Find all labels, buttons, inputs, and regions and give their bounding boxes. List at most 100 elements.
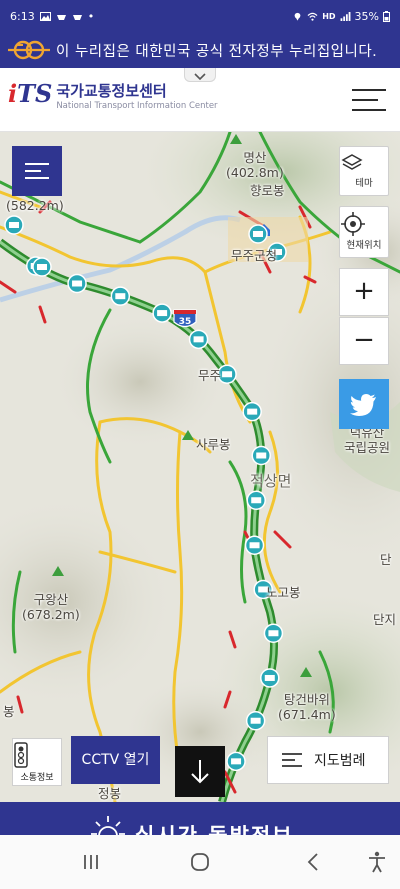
logo-subtitle: National Transport Information Center xyxy=(56,101,218,111)
cctv-camera-icon xyxy=(251,497,262,504)
wifi-icon xyxy=(307,12,318,21)
main-menu-button[interactable] xyxy=(352,87,386,113)
back-icon xyxy=(307,853,318,871)
recent-apps-icon xyxy=(84,855,98,869)
location-icon xyxy=(294,12,301,21)
traffic-info-label: 소통정보 xyxy=(20,773,54,783)
accessibility-button[interactable] xyxy=(362,847,392,877)
cctv-marker[interactable] xyxy=(246,490,266,510)
cctv-camera-icon xyxy=(268,630,279,637)
collapse-banner-tab[interactable] xyxy=(184,68,216,82)
cctv-camera-icon xyxy=(256,452,267,459)
place-label-tanggeonbawi: 탕건바위 (671.4m) xyxy=(278,692,336,722)
traffic-map[interactable]: 35 명산 (402.8m) (582.2m) 향로봉 무주군청 무주 사루봉 … xyxy=(0,132,400,802)
gov-banner-text: 이 누리집은 대한민국 공식 전자정부 누리집입니다. xyxy=(56,43,378,60)
logo-title: 국가교통정보센터 xyxy=(56,82,167,100)
cctv-marker[interactable] xyxy=(248,224,268,244)
system-nav-bar xyxy=(0,835,400,889)
cctv-camera-icon xyxy=(115,293,126,300)
scroll-down-button[interactable] xyxy=(175,746,225,797)
cctv-camera-icon xyxy=(193,336,204,343)
place-label-peak582: (582.2m) xyxy=(6,198,64,213)
cctv-camera-icon xyxy=(72,280,83,287)
crosshair-icon xyxy=(341,212,365,236)
zoom-out-button[interactable]: − xyxy=(339,317,389,365)
gov-emblem-icon xyxy=(8,40,50,60)
list-icon xyxy=(282,753,302,767)
zoom-in-button[interactable]: + xyxy=(339,268,389,316)
cctv-camera-icon xyxy=(264,674,275,681)
highway-shield-icon: 35 xyxy=(173,309,197,328)
place-label-hyangrobong: 향로봉 xyxy=(250,183,285,198)
traffic-light-icon xyxy=(14,742,28,768)
cctv-marker[interactable] xyxy=(188,329,209,350)
site-header: iTS 국가교통정보센터 National Transport Informat… xyxy=(0,68,400,132)
place-label-danji: 단지 xyxy=(373,612,397,627)
signal-icon xyxy=(340,11,350,21)
cctv-marker[interactable] xyxy=(242,401,262,422)
cctv-marker[interactable] xyxy=(251,445,271,466)
cctv-marker[interactable] xyxy=(260,668,280,688)
theme-button[interactable]: 테마 xyxy=(339,146,389,196)
cctv-camera-icon xyxy=(222,371,233,378)
place-label-dan: 단 xyxy=(380,552,392,567)
place-label-bong: 봉 xyxy=(3,704,15,719)
cctv-camera-icon xyxy=(247,408,258,415)
cctv-marker[interactable] xyxy=(32,257,52,277)
status-time: 6:13 xyxy=(10,9,35,23)
place-label-nogobong: 노고봉 xyxy=(266,585,301,600)
cctv-marker[interactable] xyxy=(245,710,266,731)
place-label-deogyusan: 덕유산 국립공원 xyxy=(344,425,391,455)
notification-icon xyxy=(56,14,66,20)
twitter-icon xyxy=(350,394,376,416)
place-label-myeongsan: 명산 (402.8m) xyxy=(226,150,284,180)
place-label-guwangsan: 구왕산 (678.2m) xyxy=(22,592,80,622)
layers-icon xyxy=(341,154,363,170)
app-root: 6:13 • HD 35% 이 누리집은 대한민국 공식 전자정부 누리집입니다… xyxy=(0,0,400,889)
recent-apps-button[interactable] xyxy=(76,847,106,877)
map-legend-label: 지도범례 xyxy=(314,753,366,769)
cctv-marker[interactable] xyxy=(67,273,87,294)
back-button[interactable] xyxy=(298,847,328,877)
cctv-camera-icon xyxy=(249,542,260,549)
traffic-info-button[interactable]: 소통정보 xyxy=(12,738,62,786)
battery-icon xyxy=(383,10,390,22)
home-icon xyxy=(191,853,209,871)
status-bar: 6:13 • HD 35% xyxy=(0,0,400,32)
highway-number: 35 xyxy=(179,317,192,327)
place-label-muju: 무주 xyxy=(198,368,222,383)
gallery-icon xyxy=(39,11,51,21)
map-bottom-controls: 소통정보 CCTV 열기 지도범례 xyxy=(0,735,400,797)
notification-icon-2 xyxy=(72,14,82,20)
incident-banner-text: 실시간 돌발정보 xyxy=(135,820,294,835)
map-layer-menu-button[interactable] xyxy=(12,146,62,196)
cctv-camera-icon xyxy=(9,222,19,228)
cctv-marker[interactable] xyxy=(152,303,172,323)
its-logo[interactable]: iTS 국가교통정보센터 National Transport Informat… xyxy=(8,82,218,112)
location-label: 현재위치 xyxy=(346,240,382,251)
cctv-camera-icon xyxy=(157,310,168,317)
cctv-marker[interactable] xyxy=(263,623,284,644)
gov-banner[interactable]: 이 누리집은 대한민국 공식 전자정부 누리집입니다. xyxy=(0,32,400,68)
twitter-button[interactable] xyxy=(339,379,389,429)
theme-label: 테마 xyxy=(355,178,373,189)
cctv-marker[interactable] xyxy=(244,535,265,556)
map-legend-button[interactable]: 지도범례 xyxy=(267,736,389,784)
cctv-marker[interactable] xyxy=(4,215,24,235)
cctv-camera-icon xyxy=(253,231,263,237)
place-label-jeoksang: 적상면 xyxy=(250,472,292,490)
incident-banner[interactable]: 실시간 돌발정보 xyxy=(0,802,400,835)
network-type: HD xyxy=(322,11,336,21)
cctv-marker[interactable] xyxy=(110,286,131,306)
cctv-camera-icon xyxy=(250,717,261,724)
home-button[interactable] xyxy=(185,847,215,877)
sun-icon xyxy=(91,816,125,835)
its-logo-mark: iTS xyxy=(8,79,53,108)
cctv-open-button[interactable]: CCTV 열기 xyxy=(71,736,160,784)
cctv-camera-icon xyxy=(37,264,47,270)
current-location-button[interactable]: 현재위치 xyxy=(339,206,389,258)
accessibility-icon xyxy=(369,851,385,873)
more-icon: • xyxy=(87,9,95,23)
battery-level: 35% xyxy=(354,9,379,23)
place-label-sarubong: 사루봉 xyxy=(196,437,231,452)
